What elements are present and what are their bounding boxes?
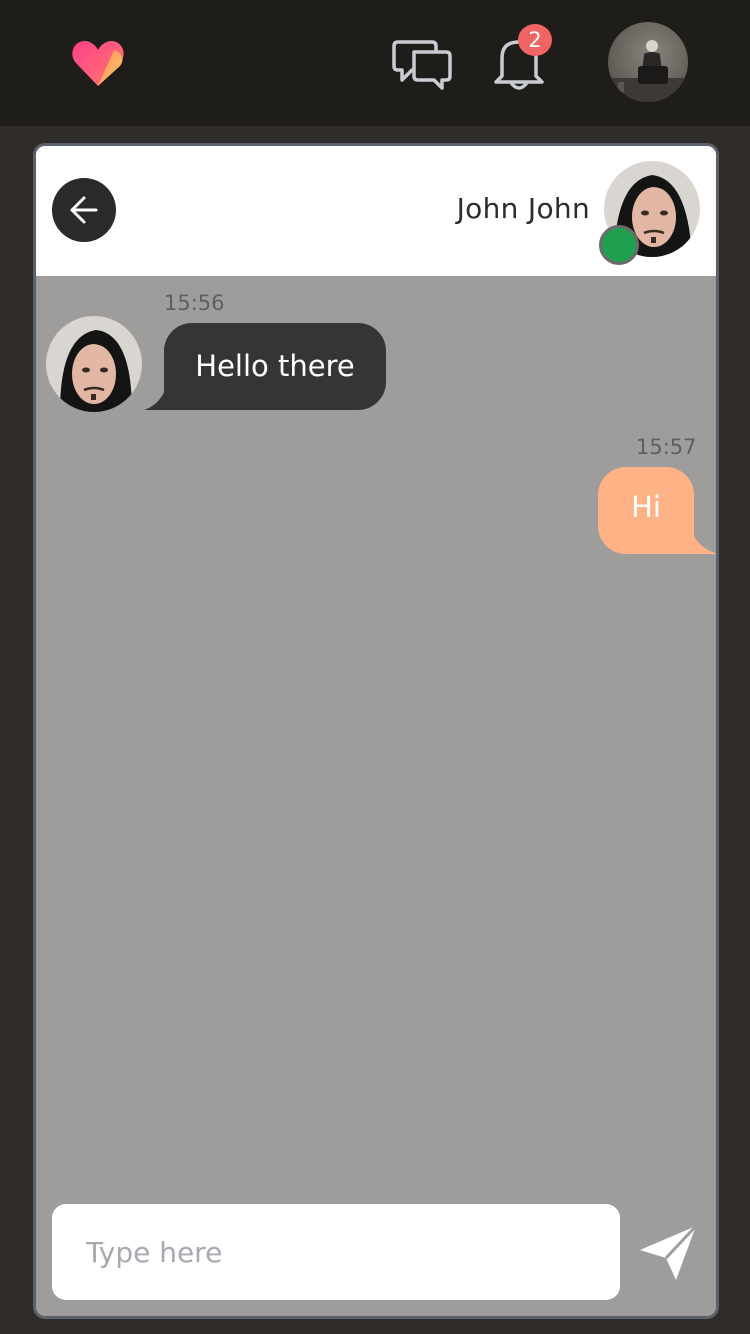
message-timestamp: 15:57 [636,435,697,459]
user-avatar[interactable] [608,22,688,102]
outgoing-message: Hi [598,467,694,554]
heart-logo-icon[interactable] [70,36,126,90]
chat-header: John John [36,146,716,276]
notification-badge: 2 [518,24,552,56]
chat-panel: John John 15:56 Hello there 15:57 Hi Typ… [33,143,719,1319]
arrow-left-icon [70,196,98,224]
online-status-dot [599,225,639,265]
message-composer[interactable] [52,1204,620,1300]
outgoing-bubble-tail [690,526,716,554]
incoming-message: Hello there [164,323,386,410]
back-button[interactable] [52,178,116,242]
top-navigation-bar: 2 [0,0,750,126]
chat-bubbles-icon[interactable] [392,36,454,92]
contact-name[interactable]: John John [457,192,590,225]
user-avatar-photo [608,40,688,102]
message-input[interactable] [52,1204,620,1300]
sender-avatar-photo [46,316,142,412]
send-icon[interactable] [638,1224,698,1282]
sender-avatar[interactable] [46,316,142,412]
message-timestamp: 15:56 [164,291,225,315]
